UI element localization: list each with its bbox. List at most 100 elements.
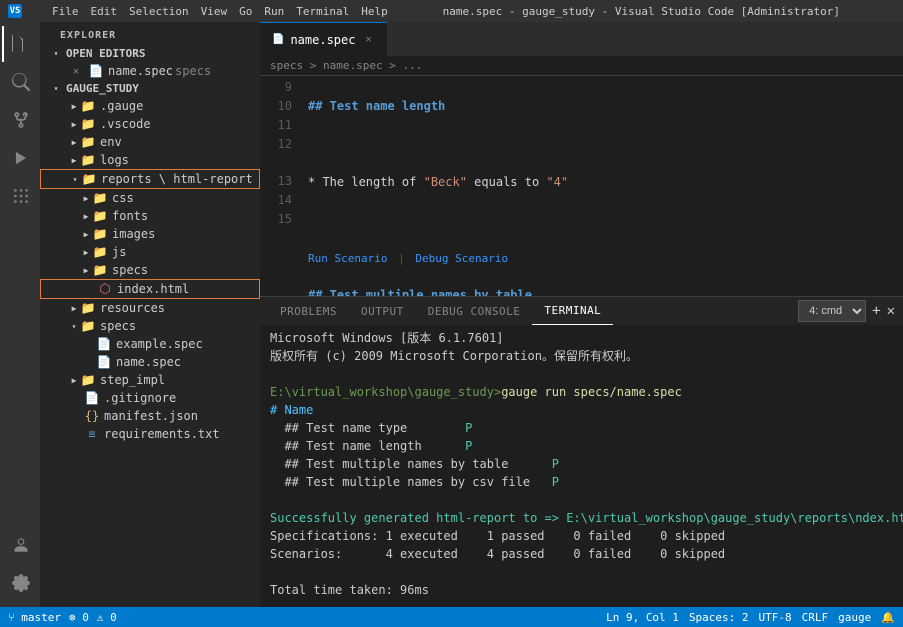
- tree-item-js[interactable]: ▶ 📁 js: [40, 243, 260, 261]
- manifest-label: manifest.json: [104, 409, 198, 423]
- line-col-status[interactable]: Ln 9, Col 1: [606, 611, 679, 624]
- run-activity-icon[interactable]: [2, 140, 38, 176]
- warnings-status[interactable]: ⚠ 0: [97, 611, 117, 624]
- terminal-line-13: Scenarios: 4 executed 4 passed 0 failed …: [270, 545, 893, 563]
- terminal-content[interactable]: Microsoft Windows [版本 6.1.7601] 版权所有 (c)…: [260, 325, 903, 596]
- terminal-line-15: Total time taken: 96ms: [270, 581, 893, 596]
- css-folder-icon: 📁: [92, 190, 108, 206]
- source-control-activity-icon[interactable]: [2, 102, 38, 138]
- branch-status[interactable]: ⑂ master: [8, 611, 61, 624]
- tree-item-css[interactable]: ▶ 📁 css: [40, 189, 260, 207]
- manifest-icon: {}: [84, 408, 100, 424]
- new-terminal-button[interactable]: +: [872, 303, 880, 319]
- encoding-status[interactable]: UTF-8: [759, 611, 792, 624]
- close-icon[interactable]: ✕: [68, 63, 84, 79]
- tree-item-gitignore[interactable]: 📄 .gitignore: [40, 389, 260, 407]
- req-spacer: [68, 426, 80, 442]
- run-scenario-link[interactable]: Run Scenario: [308, 249, 387, 268]
- settings-activity-icon[interactable]: [2, 565, 38, 601]
- tree-item-gauge[interactable]: ▶ 📁 .gauge: [40, 97, 260, 115]
- css-chevron: ▶: [80, 192, 92, 204]
- lang-status[interactable]: gauge: [838, 611, 871, 624]
- gauge-study-section[interactable]: ▾ GAUGE_STUDY: [40, 80, 260, 97]
- terminal-line-2: 版权所有 (c) 2009 Microsoft Corporation。保留所有…: [270, 347, 893, 365]
- menu-terminal[interactable]: Terminal: [296, 5, 349, 18]
- terminal-line-4: E:\virtual_workshop\gauge_study>gauge ru…: [270, 383, 893, 401]
- tree-item-reports[interactable]: ▾ 📁 reports \ html-report: [40, 169, 260, 189]
- example-spec-icon: 📄: [96, 336, 112, 352]
- terminal-line-11: Successfully generated html-report to =>…: [270, 509, 893, 527]
- step-impl-label: step_impl: [100, 373, 165, 387]
- menu-bar[interactable]: File Edit Selection View Go Run Terminal…: [52, 5, 388, 18]
- gauge-label: .gauge: [100, 99, 143, 113]
- images-chevron: ▶: [80, 228, 92, 240]
- gauge-folder-icon: 📁: [80, 98, 96, 114]
- env-folder-icon: 📁: [80, 134, 96, 150]
- menu-go[interactable]: Go: [239, 5, 252, 18]
- tab-terminal[interactable]: TERMINAL: [532, 297, 613, 325]
- tab-name-spec[interactable]: 📄 name.spec ✕: [260, 22, 387, 56]
- requirements-icon: ≡: [84, 426, 100, 442]
- tree-item-index-html[interactable]: ⬡ index.html: [40, 279, 260, 299]
- errors-status[interactable]: ⊗ 0: [69, 611, 89, 624]
- tab-problems[interactable]: PROBLEMS: [268, 297, 349, 325]
- menu-selection[interactable]: Selection: [129, 5, 189, 18]
- editor-area: 📄 name.spec ✕ specs > name.spec > ... 9 …: [260, 22, 903, 607]
- tree-item-images[interactable]: ▶ 📁 images: [40, 225, 260, 243]
- terminal-selector[interactable]: 4: cmd: [798, 300, 866, 322]
- tab-close-button[interactable]: ✕: [361, 33, 375, 47]
- images-label: images: [112, 227, 155, 241]
- tree-item-specs-main[interactable]: ▾ 📁 specs: [40, 317, 260, 335]
- sidebar: EXPLORER ▾ OPEN EDITORS ✕ 📄 name.spec sp…: [40, 22, 260, 607]
- index-html-icon: ⬡: [97, 281, 113, 297]
- menu-help[interactable]: Help: [361, 5, 388, 18]
- tree-item-resources[interactable]: ▶ 📁 resources: [40, 299, 260, 317]
- code-editor[interactable]: 9 10 11 12 13 14 15 ## Test name length …: [260, 76, 903, 296]
- reports-chevron: ▾: [69, 173, 81, 185]
- index-html-label: index.html: [117, 282, 189, 296]
- tree-item-step-impl[interactable]: ▶ 📁 step_impl: [40, 371, 260, 389]
- tab-icon: 📄: [272, 34, 284, 45]
- spaces-status[interactable]: Spaces: 2: [689, 611, 749, 624]
- search-activity-icon[interactable]: [2, 64, 38, 100]
- account-icon[interactable]: [2, 527, 38, 563]
- index-spacer: [81, 281, 93, 297]
- tree-item-requirements[interactable]: ≡ requirements.txt: [40, 425, 260, 443]
- tab-output[interactable]: OUTPUT: [349, 297, 416, 325]
- logs-chevron: ▶: [68, 154, 80, 166]
- close-panel-button[interactable]: ✕: [887, 303, 895, 319]
- tree-item-logs[interactable]: ▶ 📁 logs: [40, 151, 260, 169]
- open-editors-section[interactable]: ▾ OPEN EDITORS: [40, 45, 260, 62]
- tab-label: name.spec: [290, 33, 355, 47]
- menu-run[interactable]: Run: [264, 5, 284, 18]
- debug-scenario-link[interactable]: Debug Scenario: [415, 249, 508, 268]
- extensions-activity-icon[interactable]: [2, 178, 38, 214]
- bottom-panel: PROBLEMS OUTPUT DEBUG CONSOLE TERMINAL 4…: [260, 296, 903, 596]
- explorer-activity-icon[interactable]: [2, 26, 38, 62]
- tree-item-name-spec[interactable]: 📄 name.spec: [40, 353, 260, 371]
- code-line-12: [308, 211, 903, 230]
- tree-item-vscode[interactable]: ▶ 📁 .vscode: [40, 115, 260, 133]
- terminal-line-3: [270, 365, 893, 383]
- tab-debug-console[interactable]: DEBUG CONSOLE: [416, 297, 533, 325]
- window-title: name.spec - gauge_study - Visual Studio …: [388, 5, 895, 18]
- crlf-status[interactable]: CRLF: [802, 611, 829, 624]
- gitignore-label: .gitignore: [104, 391, 176, 405]
- js-folder-icon: 📁: [92, 244, 108, 260]
- resources-folder-icon: 📁: [80, 300, 96, 316]
- tree-item-example-spec[interactable]: 📄 example.spec: [40, 335, 260, 353]
- menu-file[interactable]: File: [52, 5, 79, 18]
- terminal-line-6: ## Test name type P: [270, 419, 893, 437]
- open-editor-name-spec[interactable]: ✕ 📄 name.spec specs: [40, 62, 260, 80]
- menu-view[interactable]: View: [201, 5, 228, 18]
- tree-item-manifest[interactable]: {} manifest.json: [40, 407, 260, 425]
- tree-item-specs-sub[interactable]: ▶ 📁 specs: [40, 261, 260, 279]
- step-impl-folder-icon: 📁: [80, 372, 96, 388]
- fonts-folder-icon: 📁: [92, 208, 108, 224]
- feedback-icon[interactable]: 🔔: [881, 611, 895, 624]
- menu-edit[interactable]: Edit: [91, 5, 118, 18]
- tree-item-env[interactable]: ▶ 📁 env: [40, 133, 260, 151]
- breadcrumb: specs > name.spec > ...: [260, 56, 903, 76]
- breadcrumb-text: specs > name.spec > ...: [270, 59, 422, 72]
- tree-item-fonts[interactable]: ▶ 📁 fonts: [40, 207, 260, 225]
